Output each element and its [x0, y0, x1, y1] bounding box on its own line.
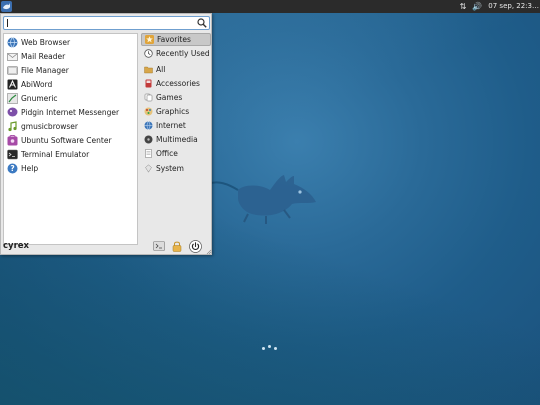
- abiword-icon: [7, 79, 18, 89]
- software-center-icon: [7, 134, 18, 145]
- category-multimedia[interactable]: Multimedia: [141, 133, 211, 146]
- system-icon: [145, 164, 152, 173]
- app-item-help[interactable]: ? Help: [5, 161, 136, 175]
- app-item-web-browser[interactable]: Web Browser: [5, 35, 136, 49]
- favorites-app-list: Web Browser Mail Reader File Manager Abi…: [3, 33, 138, 245]
- search-field[interactable]: [3, 16, 210, 30]
- category-label: Recently Used: [156, 49, 210, 58]
- category-label: All: [156, 65, 166, 74]
- app-label: Pidgin Internet Messenger: [21, 107, 120, 117]
- search-icon[interactable]: [197, 18, 207, 28]
- category-accessories[interactable]: Accessories: [141, 77, 211, 90]
- category-recently-used[interactable]: Recently Used: [141, 47, 211, 60]
- folder-icon: [144, 66, 153, 74]
- accessories-icon: [145, 79, 152, 88]
- category-list: Favorites Recently Used All Accessories …: [141, 33, 211, 193]
- app-label: AbiWord: [21, 79, 53, 89]
- network-updown-icon[interactable]: ⇅: [460, 0, 467, 13]
- category-system[interactable]: System: [141, 162, 211, 175]
- app-item-pidgin[interactable]: Pidgin Internet Messenger: [5, 105, 136, 119]
- mail-reader-icon: [7, 52, 18, 61]
- app-label: File Manager: [21, 65, 69, 75]
- multimedia-icon: [144, 135, 153, 144]
- app-label: Terminal Emulator: [21, 149, 90, 159]
- app-label: Gnumeric: [21, 93, 58, 103]
- gmusicbrowser-icon: [8, 120, 17, 131]
- app-item-gmusicbrowser[interactable]: gmusicbrowser: [5, 119, 136, 133]
- top-panel: ⇅ 🔊 07 sep, 22:3…: [0, 0, 540, 13]
- lock-icon: [172, 241, 182, 252]
- category-label: Games: [156, 93, 183, 102]
- category-favorites[interactable]: Favorites: [141, 33, 211, 46]
- internet-icon: [144, 121, 153, 130]
- system-tray: ⇅ 🔊 07 sep, 22:3…: [460, 0, 540, 13]
- app-label: Help: [21, 163, 39, 173]
- star-icon: [145, 35, 154, 44]
- app-label: Mail Reader: [21, 51, 66, 61]
- app-item-mail-reader[interactable]: Mail Reader: [5, 49, 136, 63]
- svg-text:?: ?: [10, 164, 14, 173]
- volume-icon[interactable]: 🔊: [472, 0, 482, 13]
- office-icon: [145, 149, 152, 158]
- games-icon: [144, 93, 153, 102]
- gnumeric-icon: [7, 92, 18, 104]
- category-label: Office: [156, 149, 178, 158]
- app-label: Ubuntu Software Center: [21, 135, 112, 145]
- graphics-icon: [144, 107, 153, 116]
- resize-grip-icon[interactable]: [206, 249, 212, 255]
- pidgin-icon: [7, 107, 18, 116]
- lock-screen-button[interactable]: [170, 239, 184, 253]
- app-item-terminal-emulator[interactable]: Terminal Emulator: [5, 147, 136, 161]
- category-all[interactable]: All: [141, 63, 211, 76]
- clock-icon: [144, 49, 153, 58]
- file-manager-icon: [7, 65, 18, 75]
- settings-manager-icon: [153, 241, 165, 251]
- app-item-abiword[interactable]: AbiWord: [5, 77, 136, 91]
- settings-manager-button[interactable]: [152, 239, 166, 253]
- app-item-gnumeric[interactable]: Gnumeric: [5, 91, 136, 105]
- help-icon: ?: [7, 163, 18, 173]
- clock[interactable]: 07 sep, 22:3…: [488, 0, 539, 13]
- app-label: Web Browser: [21, 37, 71, 47]
- category-label: Multimedia: [156, 135, 198, 144]
- app-item-ubuntu-software-center[interactable]: Ubuntu Software Center: [5, 133, 136, 147]
- category-games[interactable]: Games: [141, 91, 211, 104]
- category-label: Internet: [156, 121, 186, 130]
- whisker-menu: Web Browser Mail Reader File Manager Abi…: [0, 13, 212, 255]
- category-graphics[interactable]: Graphics: [141, 105, 211, 118]
- log-out-button[interactable]: [188, 239, 202, 253]
- app-label: gmusicbrowser: [21, 121, 78, 131]
- app-item-file-manager[interactable]: File Manager: [5, 63, 136, 77]
- menu-bottom-bar: cyrex: [1, 238, 213, 256]
- category-label: System: [156, 164, 184, 173]
- category-internet[interactable]: Internet: [141, 119, 211, 132]
- xfce-mouse-logo: [208, 175, 316, 224]
- category-label: Favorites: [157, 35, 191, 44]
- search-input[interactable]: [7, 18, 192, 28]
- whisker-menu-button[interactable]: [1, 1, 12, 12]
- category-label: Accessories: [156, 79, 200, 88]
- terminal-icon: [7, 149, 18, 159]
- category-label: Graphics: [156, 107, 190, 116]
- loading-spinner: [262, 344, 282, 352]
- category-office[interactable]: Office: [141, 147, 211, 160]
- power-icon: [188, 239, 202, 253]
- username: cyrex: [3, 241, 30, 251]
- web-browser-icon: [7, 36, 18, 48]
